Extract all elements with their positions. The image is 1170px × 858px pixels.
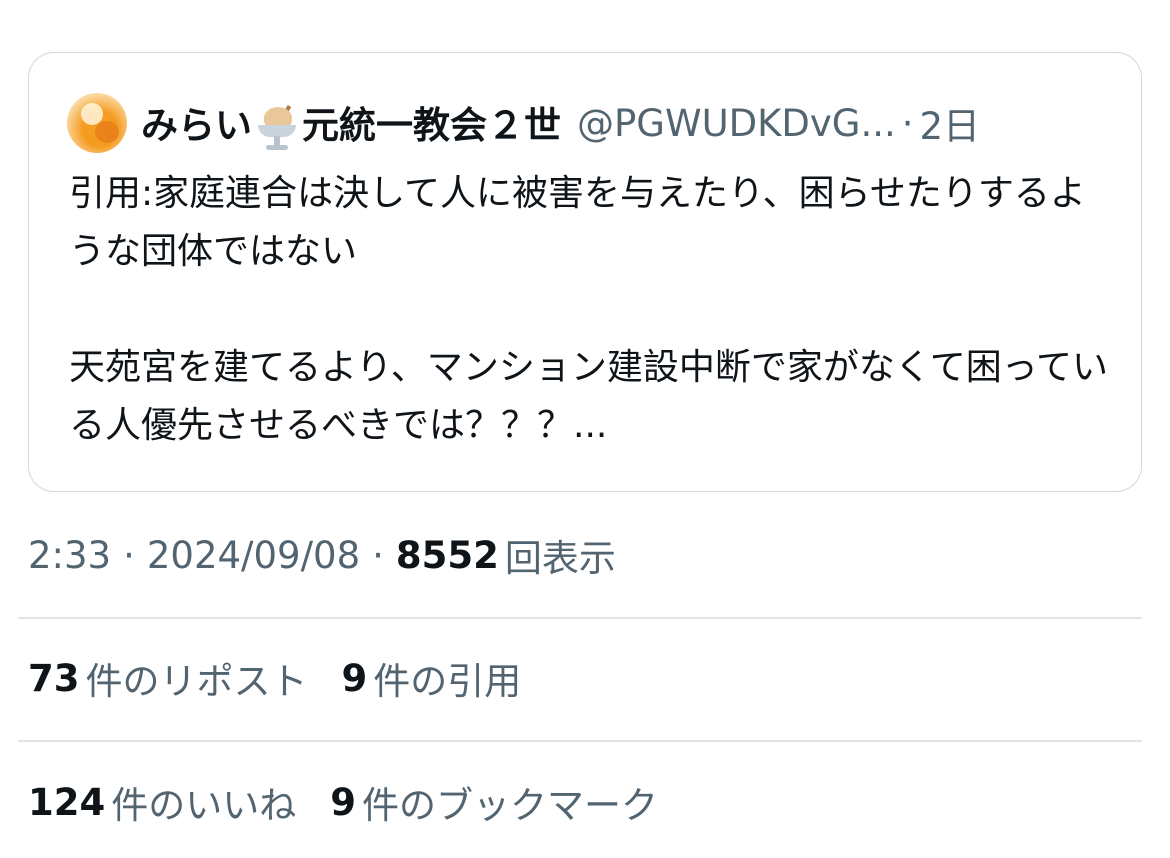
- tweet-date[interactable]: 2024/09/08: [147, 534, 360, 577]
- divider-1: [18, 617, 1142, 619]
- ice-cream-sundae-icon: [254, 104, 300, 151]
- display-name-part2: 元統一教会２世: [302, 104, 561, 148]
- author-display-name[interactable]: みらい 元統一教会２世: [141, 95, 561, 151]
- handle-time-separator: ·: [901, 101, 914, 145]
- author-avatar[interactable]: [67, 93, 127, 153]
- quoted-tweet-time[interactable]: 2日: [920, 96, 981, 150]
- display-name-part1: みらい: [141, 104, 252, 148]
- engagement-row-1: 73 件のリポスト 9 件の引用: [28, 651, 555, 705]
- quotes-stat[interactable]: 9 件の引用: [342, 651, 522, 705]
- quoted-tweet-text: 引用:家庭連合は決して人に被害を与えたり、困らせたりするような団体ではない 天苑…: [69, 173, 1108, 446]
- bookmarks-label: 件のブックマーク: [361, 784, 658, 827]
- engagement-row-2: 124 件のいいね 9 件のブックマーク: [28, 775, 692, 829]
- tweet-time[interactable]: 2:33: [28, 534, 111, 577]
- quoted-tweet-card[interactable]: みらい 元統一教会２世 @PGWUDKDvG... · 2日 引用:家庭連合は決し…: [28, 52, 1142, 492]
- reposts-label: 件のリポスト: [85, 660, 308, 703]
- reposts-count: 73: [28, 656, 80, 700]
- quoted-tweet-author-row: みらい 元統一教会２世 @PGWUDKDvG... · 2日: [67, 93, 980, 153]
- quotes-count: 9: [341, 656, 368, 700]
- likes-label: 件のいいね: [111, 784, 297, 827]
- views-label: 回表示: [504, 537, 616, 580]
- divider-2: [18, 740, 1142, 742]
- bookmarks-stat[interactable]: 9 件のブックマーク: [330, 775, 658, 829]
- likes-count: 124: [28, 780, 106, 824]
- tweet-meta-row: 2:33 · 2024/09/08 · 8552 回表示: [28, 528, 616, 582]
- author-handle[interactable]: @PGWUDKDvG...: [577, 102, 896, 145]
- bookmarks-count: 9: [330, 780, 356, 824]
- quotes-label: 件の引用: [373, 660, 522, 703]
- meta-separator-2: ·: [372, 533, 384, 577]
- reposts-stat[interactable]: 73 件のリポスト: [28, 651, 308, 705]
- likes-stat[interactable]: 124 件のいいね: [28, 775, 296, 829]
- meta-separator: ·: [123, 533, 135, 577]
- views-count: 8552: [395, 533, 499, 577]
